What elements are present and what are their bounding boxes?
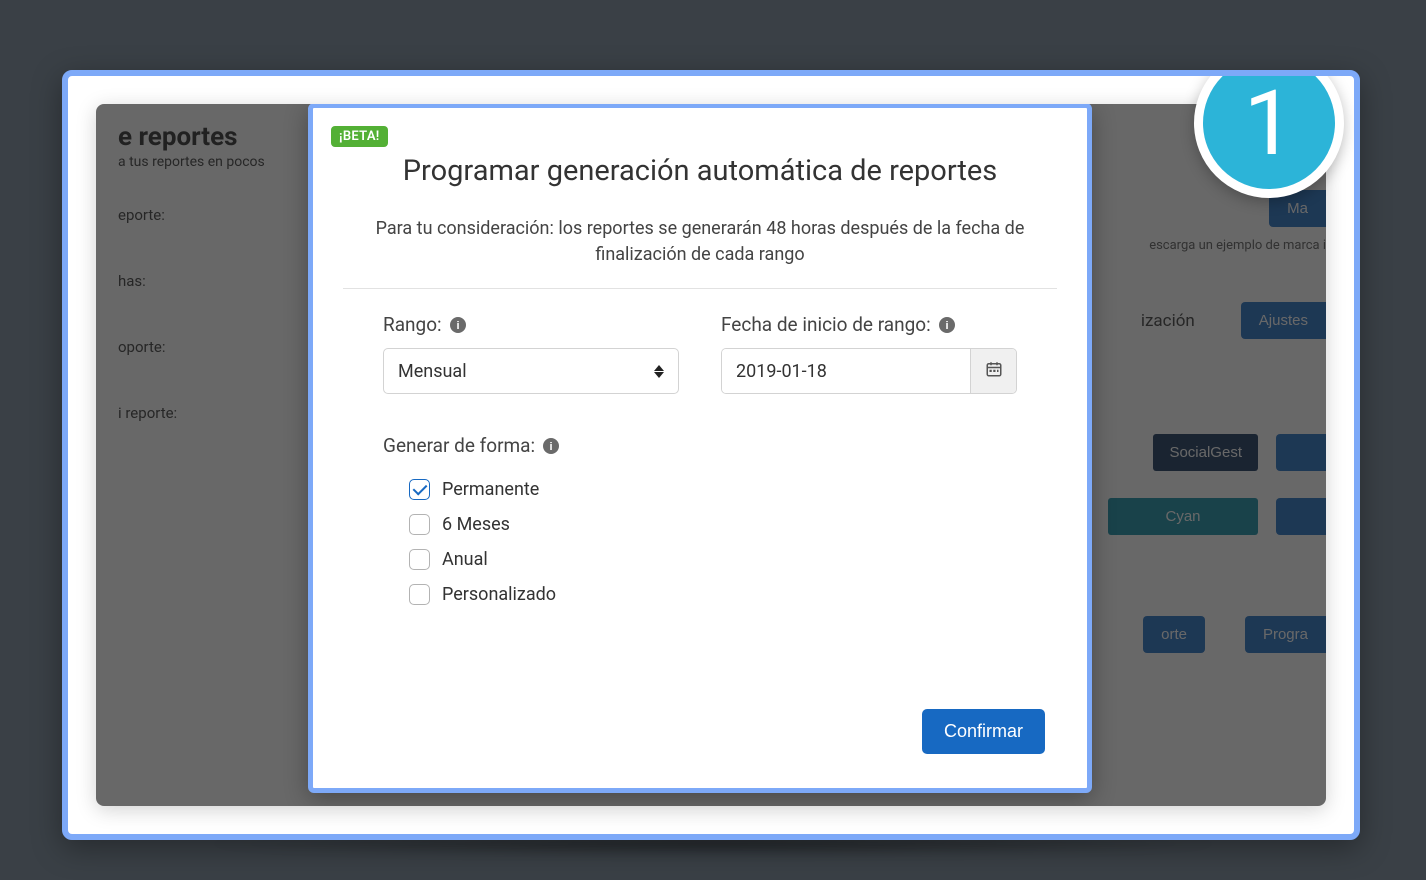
info-icon[interactable]: i xyxy=(543,438,559,454)
range-label-text: Rango: xyxy=(383,313,442,336)
date-label-text: Fecha de inicio de rango: xyxy=(721,313,931,336)
date-label: Fecha de inicio de rango: i xyxy=(721,313,1017,336)
option-label: Anual xyxy=(442,549,488,570)
modal-body: Rango: i Mensual xyxy=(313,289,1087,605)
option-anual: Anual xyxy=(409,549,1017,570)
generate-options: Permanente 6 Meses Anual Personaliz xyxy=(383,479,1017,605)
app-window: e reportes a tus reportes en pocos eport… xyxy=(96,104,1326,806)
info-icon[interactable]: i xyxy=(939,317,955,333)
confirm-button[interactable]: Confirmar xyxy=(922,709,1045,754)
range-value: Mensual xyxy=(398,361,467,382)
checkbox-personalizado[interactable] xyxy=(409,584,430,605)
chevron-sort-icon xyxy=(654,365,664,378)
generate-label: Generar de forma: i xyxy=(383,434,1017,457)
option-label: Personalizado xyxy=(442,584,556,605)
date-field[interactable]: 2019-01-18 xyxy=(722,349,970,393)
option-label: Permanente xyxy=(442,479,539,500)
option-label: 6 Meses xyxy=(442,514,510,535)
modal-title: Programar generación automática de repor… xyxy=(313,154,1087,188)
option-6-meses: 6 Meses xyxy=(409,514,1017,535)
browser-frame: 1 e reportes a tus reportes en pocos epo… xyxy=(62,70,1360,840)
date-input-group: 2019-01-18 xyxy=(721,348,1017,394)
schedule-reports-modal: ¡BETA! Programar generación automática d… xyxy=(308,104,1092,793)
option-personalizado: Personalizado xyxy=(409,584,1017,605)
svg-text:i: i xyxy=(456,320,459,332)
range-label: Rango: i xyxy=(383,313,679,336)
checkbox-anual[interactable] xyxy=(409,549,430,570)
range-select[interactable]: Mensual xyxy=(383,348,679,394)
calendar-button[interactable] xyxy=(970,349,1016,393)
modal-subtitle: Para tu consideración: los reportes se g… xyxy=(313,216,1087,268)
svg-text:i: i xyxy=(945,320,948,332)
svg-text:i: i xyxy=(550,441,553,453)
checkbox-6-meses[interactable] xyxy=(409,514,430,535)
option-permanente: Permanente xyxy=(409,479,1017,500)
info-icon[interactable]: i xyxy=(450,317,466,333)
beta-badge: ¡BETA! xyxy=(331,126,388,147)
calendar-icon xyxy=(985,360,1003,382)
generate-label-text: Generar de forma: xyxy=(383,434,535,457)
checkbox-permanente[interactable] xyxy=(409,479,430,500)
modal-footer: Confirmar xyxy=(922,709,1045,754)
